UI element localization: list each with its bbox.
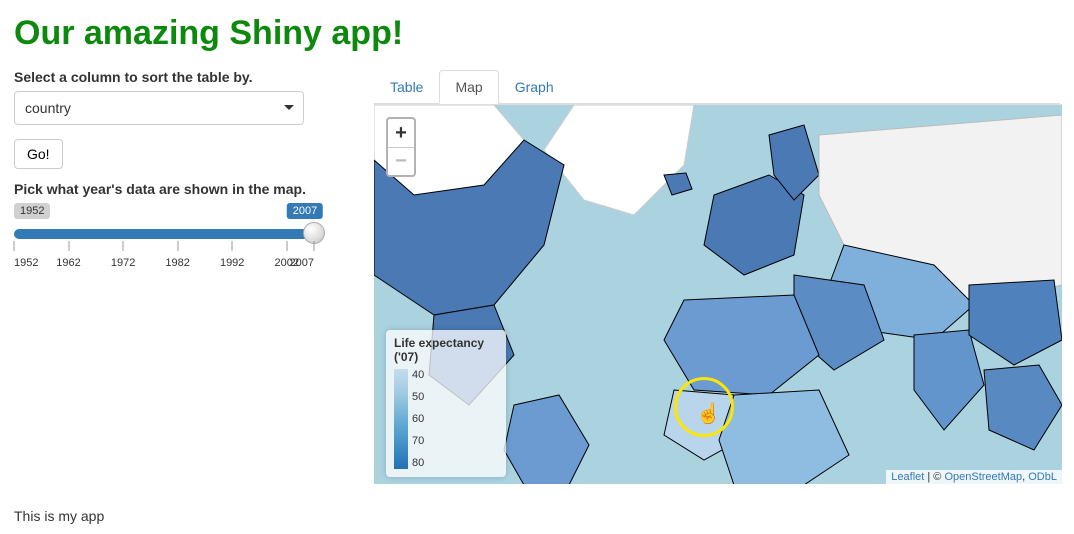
leaflet-link[interactable]: Leaflet — [891, 471, 924, 483]
page-title: Our amazing Shiny app! — [14, 14, 1060, 53]
osm-link[interactable]: OpenStreetMap — [944, 471, 1022, 483]
slider-tick-labels: 1952 1962 1972 1982 1992 2002 2007 — [14, 257, 314, 273]
slider-value-badge: 2007 — [287, 203, 323, 219]
go-button[interactable]: Go! — [14, 139, 63, 169]
main-panel: Table Map Graph — [374, 69, 1060, 484]
select-value: country — [25, 100, 71, 116]
zoom-out-button[interactable]: − — [388, 147, 414, 175]
tab-map[interactable]: Map — [439, 70, 498, 104]
map-legend: Life expectancy ('07) 40 50 60 70 80 — [386, 330, 506, 477]
slider-ticks — [14, 241, 314, 255]
year-slider[interactable]: 1952 2007 1952 1962 1972 1982 1992 2002 — [14, 203, 314, 273]
footer-text: This is my app — [14, 508, 1060, 524]
zoom-control: + − — [386, 117, 416, 177]
map-attribution: Leaflet | © OpenStreetMap, ODbL — [886, 470, 1062, 484]
legend-title: Life expectancy ('07) — [394, 336, 498, 365]
slider-track[interactable] — [14, 229, 314, 239]
zoom-in-button[interactable]: + — [388, 119, 414, 147]
sort-column-select[interactable]: country — [14, 91, 304, 125]
select-label: Select a column to sort the table by. — [14, 69, 344, 85]
slider-min-badge: 1952 — [14, 203, 50, 219]
leaflet-map[interactable]: + − Life expectancy ('07) 40 50 60 70 80 — [374, 104, 1062, 484]
tab-bar: Table Map Graph — [374, 69, 1060, 104]
tab-graph[interactable]: Graph — [499, 70, 570, 104]
tab-table[interactable]: Table — [374, 70, 439, 104]
legend-colorbar-icon — [394, 369, 408, 469]
odbl-link[interactable]: ODbL — [1028, 471, 1057, 483]
sidebar-panel: Select a column to sort the table by. co… — [14, 69, 344, 484]
caret-down-icon — [284, 105, 294, 110]
slider-label: Pick what year's data are shown in the m… — [14, 181, 344, 197]
legend-ticks: 40 50 60 70 80 — [412, 369, 424, 469]
